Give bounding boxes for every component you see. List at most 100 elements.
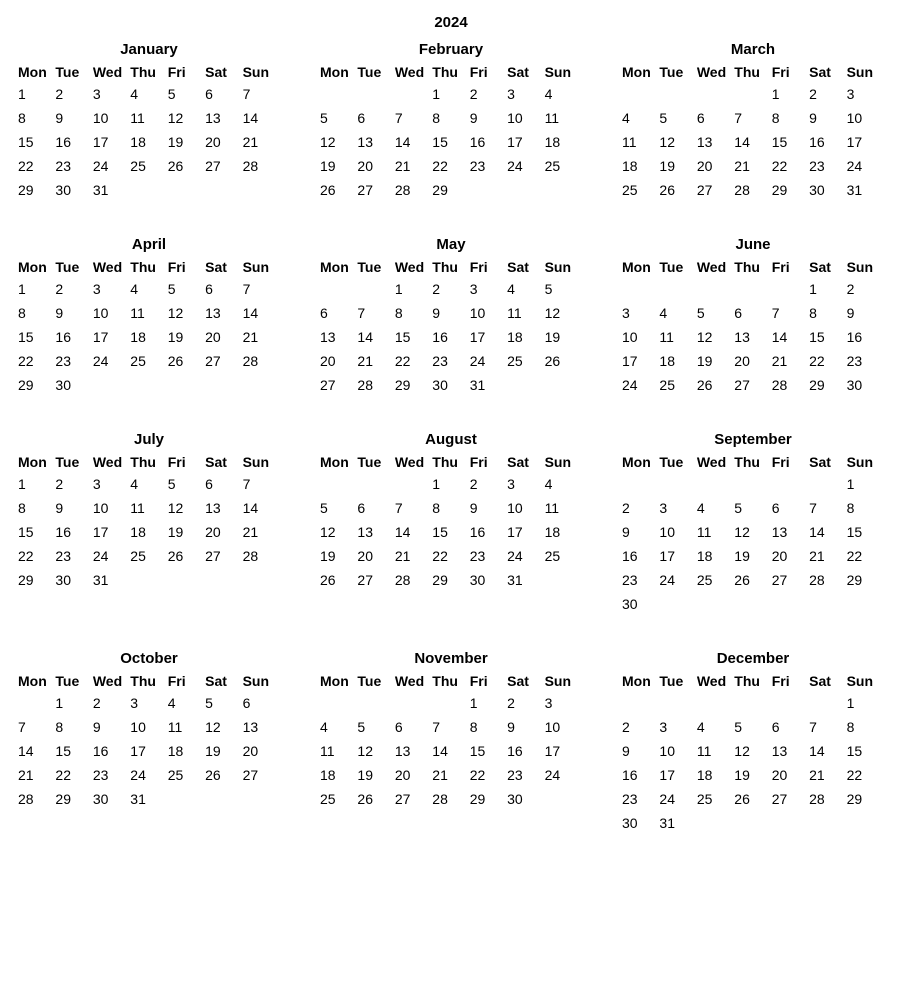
dow-header: Tue — [659, 64, 696, 80]
day-cell: 7 — [772, 305, 809, 323]
day-cell: 13 — [357, 524, 394, 542]
day-cell: 3 — [93, 86, 130, 104]
day-cell: 8 — [395, 305, 432, 323]
day-cell-empty — [772, 476, 809, 494]
dow-header: Fri — [772, 673, 809, 689]
day-cell: 3 — [622, 305, 659, 323]
dow-header: Sat — [507, 454, 544, 470]
day-cell: 24 — [847, 158, 884, 176]
day-cell: 24 — [93, 158, 130, 176]
day-cell: 14 — [395, 524, 432, 542]
day-cell: 27 — [357, 182, 394, 200]
day-cell: 24 — [659, 572, 696, 590]
day-cell: 6 — [205, 476, 242, 494]
day-cell: 18 — [130, 524, 167, 542]
dow-header: Tue — [55, 673, 92, 689]
day-cell: 1 — [847, 695, 884, 713]
day-cell: 31 — [93, 572, 130, 590]
dow-header: Wed — [697, 454, 734, 470]
dow-header: Tue — [357, 259, 394, 275]
day-cell: 30 — [847, 377, 884, 395]
day-cell: 20 — [357, 158, 394, 176]
day-cell: 25 — [545, 158, 582, 176]
day-cell: 18 — [697, 548, 734, 566]
day-cell: 15 — [18, 134, 55, 152]
day-cell-empty — [697, 695, 734, 713]
day-cell: 12 — [734, 524, 771, 542]
month-title: March — [622, 41, 884, 58]
day-cell: 24 — [470, 353, 507, 371]
day-cell-empty — [395, 695, 432, 713]
dow-header: Sun — [545, 673, 582, 689]
day-cell: 17 — [507, 134, 544, 152]
day-cell: 16 — [55, 134, 92, 152]
day-cell: 22 — [18, 158, 55, 176]
day-cell: 14 — [809, 743, 846, 761]
day-cell: 27 — [357, 572, 394, 590]
day-cell: 8 — [470, 719, 507, 737]
day-cell-empty — [734, 476, 771, 494]
day-cell-empty — [320, 476, 357, 494]
day-cell: 18 — [168, 743, 205, 761]
day-cell: 18 — [130, 329, 167, 347]
day-cell: 22 — [18, 548, 55, 566]
day-cell: 6 — [395, 719, 432, 737]
day-cell: 1 — [847, 476, 884, 494]
day-cell: 8 — [432, 500, 469, 518]
day-cell: 13 — [772, 524, 809, 542]
day-cell: 29 — [432, 572, 469, 590]
day-cell-empty — [320, 281, 357, 299]
day-cell: 6 — [205, 281, 242, 299]
day-cell: 14 — [772, 329, 809, 347]
dow-header: Thu — [432, 673, 469, 689]
day-cell: 14 — [243, 500, 280, 518]
day-cell: 7 — [432, 719, 469, 737]
day-cell: 24 — [130, 767, 167, 785]
day-cell: 16 — [622, 767, 659, 785]
day-cell: 10 — [847, 110, 884, 128]
day-cell: 13 — [205, 305, 242, 323]
dow-header: Tue — [357, 64, 394, 80]
day-cell: 22 — [847, 548, 884, 566]
day-cell: 26 — [320, 182, 357, 200]
day-cell: 15 — [470, 743, 507, 761]
day-cell: 3 — [93, 476, 130, 494]
day-cell: 25 — [320, 791, 357, 809]
day-cell: 17 — [622, 353, 659, 371]
dow-header: Mon — [320, 454, 357, 470]
month-block: AprilMonTueWedThuFriSatSun12345678910111… — [18, 236, 280, 395]
day-cell: 15 — [432, 134, 469, 152]
day-cell: 4 — [697, 500, 734, 518]
dow-header: Wed — [395, 259, 432, 275]
day-cell: 22 — [847, 767, 884, 785]
day-cell: 26 — [734, 572, 771, 590]
dow-header: Wed — [697, 64, 734, 80]
dow-header: Fri — [772, 64, 809, 80]
day-cell: 17 — [545, 743, 582, 761]
day-cell-empty — [357, 695, 394, 713]
dow-header: Mon — [320, 259, 357, 275]
dow-header: Mon — [18, 259, 55, 275]
day-cell: 21 — [18, 767, 55, 785]
day-cell: 30 — [93, 791, 130, 809]
dow-header: Sat — [205, 454, 242, 470]
day-cell: 10 — [93, 305, 130, 323]
week-grid: MonTueWedThuFriSatSun1234567891011121314… — [320, 673, 582, 809]
day-cell: 23 — [432, 353, 469, 371]
day-cell: 13 — [205, 500, 242, 518]
day-cell: 28 — [18, 791, 55, 809]
day-cell: 30 — [507, 791, 544, 809]
dow-header: Sun — [243, 673, 280, 689]
day-cell: 11 — [697, 524, 734, 542]
day-cell: 2 — [93, 695, 130, 713]
dow-header: Sun — [545, 454, 582, 470]
day-cell: 18 — [697, 767, 734, 785]
day-cell: 24 — [93, 353, 130, 371]
day-cell: 28 — [432, 791, 469, 809]
day-cell: 1 — [470, 695, 507, 713]
day-cell: 3 — [93, 281, 130, 299]
day-cell: 3 — [507, 476, 544, 494]
day-cell: 9 — [55, 110, 92, 128]
dow-header: Mon — [622, 64, 659, 80]
week-grid: MonTueWedThuFriSatSun1234567891011121314… — [18, 673, 280, 809]
